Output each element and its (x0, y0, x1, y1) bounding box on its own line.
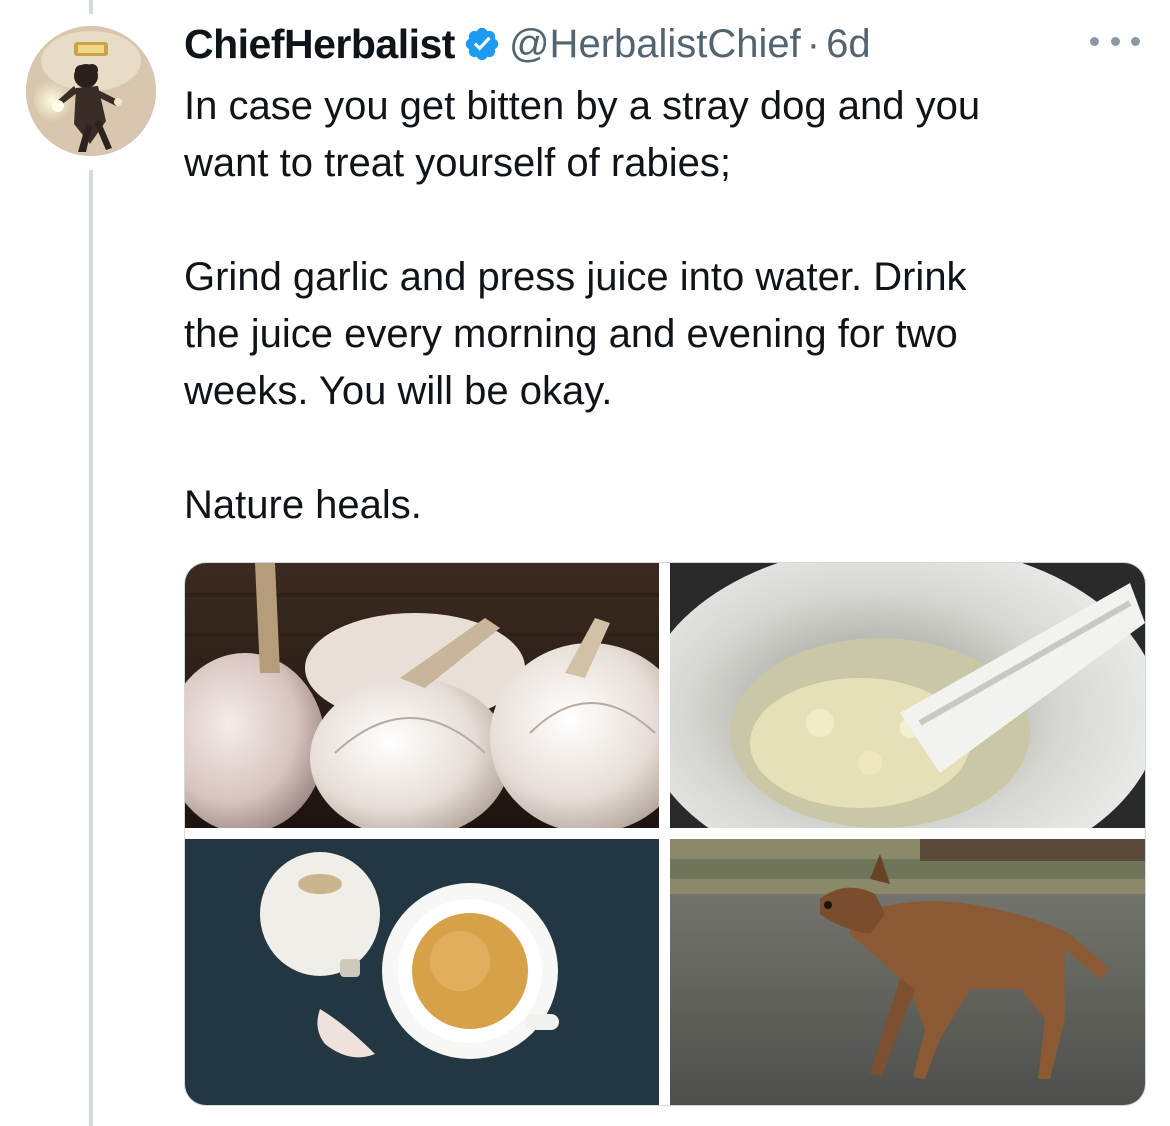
tweet-text-line: the juice every morning and evening for … (184, 312, 958, 356)
avatar-image (26, 26, 156, 156)
separator-dot: · (806, 21, 821, 66)
tweet-text-line: Nature heals. (184, 483, 422, 527)
tweet-text-line: want to treat yourself of rabies; (184, 141, 731, 185)
tweet-text: In case you get bitten by a stray dog an… (184, 78, 1144, 534)
more-dot (1090, 36, 1099, 46)
media-image-mortar-pestle[interactable] (670, 563, 1145, 828)
media-image-stray-dog[interactable] (670, 839, 1145, 1105)
media-image-garlic-bulbs[interactable] (185, 563, 659, 828)
avatar[interactable] (26, 26, 156, 156)
more-dot (1110, 36, 1120, 46)
more-options-icon[interactable] (1090, 26, 1140, 56)
author-display-name[interactable]: ChiefHerbalist (184, 21, 455, 68)
thread-connector-top (89, 0, 93, 14)
verified-badge-icon (463, 25, 501, 63)
thread-connector (89, 170, 93, 1126)
more-dot (1131, 36, 1140, 46)
media-grid (184, 562, 1146, 1106)
author-handle[interactable]: @HerbalistChief (509, 22, 801, 67)
tweet-text-line: In case you get bitten by a stray dog an… (184, 84, 981, 128)
media-image-garlic-tea[interactable] (185, 839, 659, 1105)
tweet-timestamp[interactable]: 6d (826, 22, 871, 67)
tweet-text-line: Grind garlic and press juice into water.… (184, 255, 967, 299)
tweet-text-line: weeks. You will be okay. (184, 369, 613, 413)
tweet-header: ChiefHerbalist @HerbalistChief · 6d (184, 16, 871, 72)
